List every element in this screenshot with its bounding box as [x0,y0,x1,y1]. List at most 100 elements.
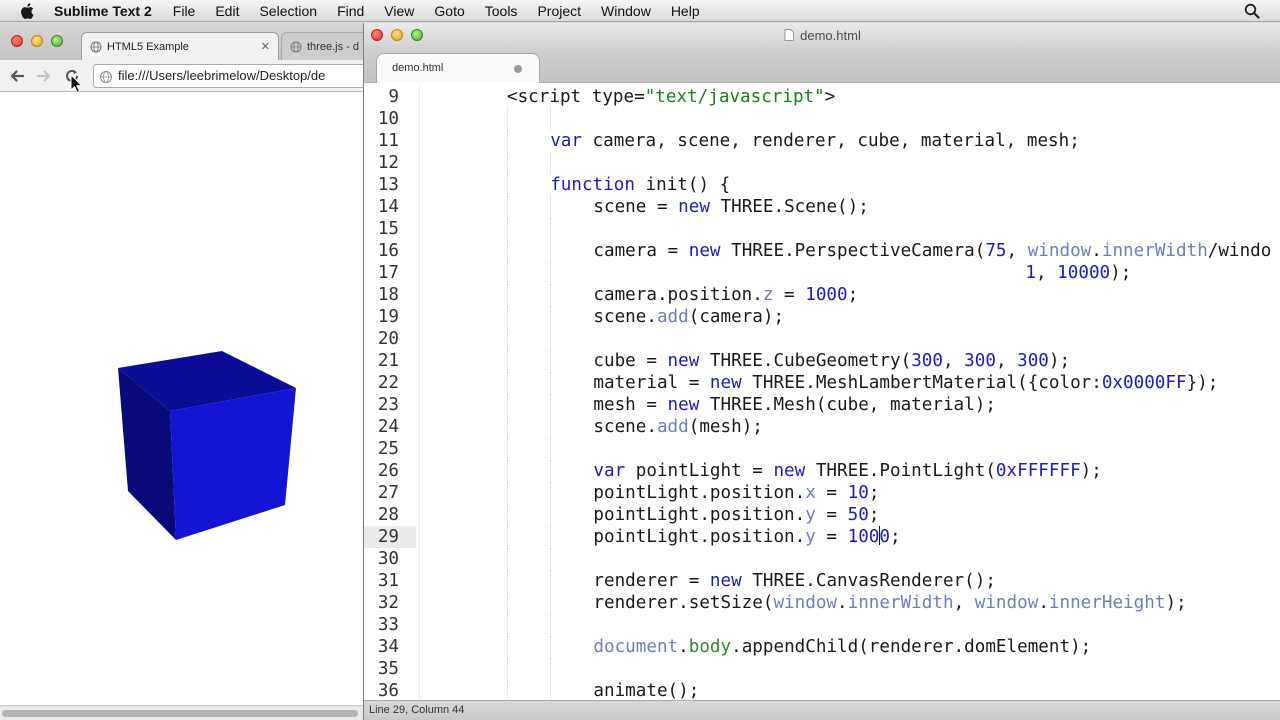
line-number: 36 [377,681,399,700]
menu-selection[interactable]: Selection [259,3,317,19]
code-line[interactable]: 32 renderer.setSize(window.innerWidth, wi… [364,592,1280,614]
code-line[interactable]: 20 [364,328,1280,350]
line-number: 15 [377,219,399,239]
code-line[interactable]: 28 pointLight.position.y = 50; [364,504,1280,526]
indent-guide [507,416,508,438]
code-text: scene.add(camera); [593,307,785,327]
indent-guide [550,482,552,504]
code-line[interactable]: 31 renderer = new THREE.CanvasRenderer(); [364,570,1280,592]
code-line[interactable]: 36 animate(); [364,680,1280,700]
window-title: demo.html [800,28,861,43]
code-line[interactable]: 24 scene.add(mesh); [364,416,1280,438]
indent-guide [550,306,552,328]
code-line[interactable]: 29 pointLight.position.y = 1000; [364,526,1280,548]
indent-guide [550,394,552,416]
apple-logo-icon[interactable] [20,2,38,20]
code-line[interactable]: 30 [364,548,1280,570]
code-line[interactable]: 26 var pointLight = new THREE.PointLight(… [364,460,1280,482]
indent-guide [507,504,508,526]
indent-guide [550,416,552,438]
menu-view[interactable]: View [384,3,414,19]
indent-guide [507,636,508,658]
browser-close-button[interactable] [11,35,23,47]
forward-arrow-icon[interactable] [35,67,53,85]
indent-guide [507,570,508,592]
browser-tab-strip: HTML5 Example ✕ three.js - d [0,23,363,60]
sublime-minimize-button[interactable] [391,29,403,41]
sublime-window: demo.html demo.html 9 <script type="text/… [363,23,1280,720]
spotlight-search-icon[interactable] [1244,3,1260,19]
code-line[interactable]: 17 1, 10000); [364,262,1280,284]
indent-guide [507,218,508,240]
code-line[interactable]: 27 pointLight.position.x = 10; [364,482,1280,504]
indent-guide [507,482,508,504]
indent-guide [507,658,508,680]
code-line[interactable]: 16 camera = new THREE.PerspectiveCamera(7… [364,240,1280,262]
line-number: 13 [377,175,399,195]
menu-file[interactable]: File [173,3,196,19]
line-number: 17 [377,263,399,283]
code-line[interactable]: 19 scene.add(camera); [364,306,1280,328]
unsaved-dot-icon[interactable] [514,65,522,73]
menu-project[interactable]: Project [537,3,581,19]
sublime-zoom-button[interactable] [411,29,423,41]
code-line[interactable]: 34 document.body.appendChild(renderer.dom… [364,636,1280,658]
menu-edit[interactable]: Edit [215,3,239,19]
line-number: 34 [377,637,399,657]
menu-tools[interactable]: Tools [485,3,518,19]
indent-guide [550,548,552,570]
code-line[interactable]: 10 [364,108,1280,130]
code-line[interactable]: 33 [364,614,1280,636]
indent-guide [550,438,552,460]
code-editor[interactable]: 9 <script type="text/javascript"> 10 11 var … [364,84,1280,700]
line-number: 12 [377,153,399,173]
menu-window[interactable]: Window [601,3,651,19]
code-text: renderer = new THREE.CanvasRenderer(); [593,571,996,591]
code-line[interactable]: 12 [364,152,1280,174]
browser-zoom-button[interactable] [51,35,63,47]
code-line[interactable]: 23 mesh = new THREE.Mesh(cube, material); [364,394,1280,416]
code-line[interactable]: 18 camera.position.z = 1000; [364,284,1280,306]
line-number: 29 [377,527,399,547]
indent-guide [507,526,508,548]
browser-minimize-button[interactable] [31,35,43,47]
code-line[interactable]: 22 material = new THREE.MeshLambertMateri… [364,372,1280,394]
menu-find[interactable]: Find [337,3,364,19]
indent-guide [550,240,552,262]
code-line[interactable]: 9 <script type="text/javascript"> [364,86,1280,108]
browser-tab-html5-example[interactable]: HTML5 Example ✕ [81,32,279,60]
code-line[interactable]: 13 function init() { [364,174,1280,196]
line-number: 20 [377,329,399,349]
line-number: 30 [377,549,399,569]
code-text: 1, 10000); [1025,263,1132,283]
page-info-icon[interactable] [99,69,113,83]
document-icon [784,24,795,41]
code-line[interactable]: 21 cube = new THREE.CubeGeometry(300, 300… [364,350,1280,372]
code-line[interactable]: 15 [364,218,1280,240]
indent-guide [507,108,508,130]
line-number: 28 [377,505,399,525]
browser-tab-threejs[interactable]: three.js - d [281,32,363,60]
back-arrow-icon[interactable] [8,67,26,85]
code-text: var pointLight = new THREE.PointLight(0x… [593,461,1102,481]
sublime-close-button[interactable] [371,29,383,41]
line-number: 16 [377,241,399,261]
indent-guide [507,130,508,152]
code-line[interactable]: 35 [364,658,1280,680]
address-bar[interactable]: file:///Users/leebrimelow/Desktop/de [93,64,363,88]
line-number: 31 [377,571,399,591]
sublime-title-bar: demo.html [364,23,1280,51]
file-tab-demo-html[interactable]: demo.html [376,53,540,83]
tab-close-icon[interactable]: ✕ [261,40,270,53]
code-line[interactable]: 14 scene = new THREE.Scene(); [364,196,1280,218]
app-menu[interactable]: Sublime Text 2 [54,3,152,19]
status-bar: Line 29, Column 44 [364,700,1280,720]
menu-help[interactable]: Help [671,3,700,19]
code-line[interactable]: 25 [364,438,1280,460]
browser-horizontal-scrollbar[interactable] [0,705,363,720]
scrollbar-thumb[interactable] [2,710,358,717]
indent-guide [507,284,508,306]
code-line[interactable]: 11 var camera, scene, renderer, cube, mat… [364,130,1280,152]
code-text: document.body.appendChild(renderer.domEl… [593,637,1092,657]
menu-goto[interactable]: Goto [434,3,464,19]
